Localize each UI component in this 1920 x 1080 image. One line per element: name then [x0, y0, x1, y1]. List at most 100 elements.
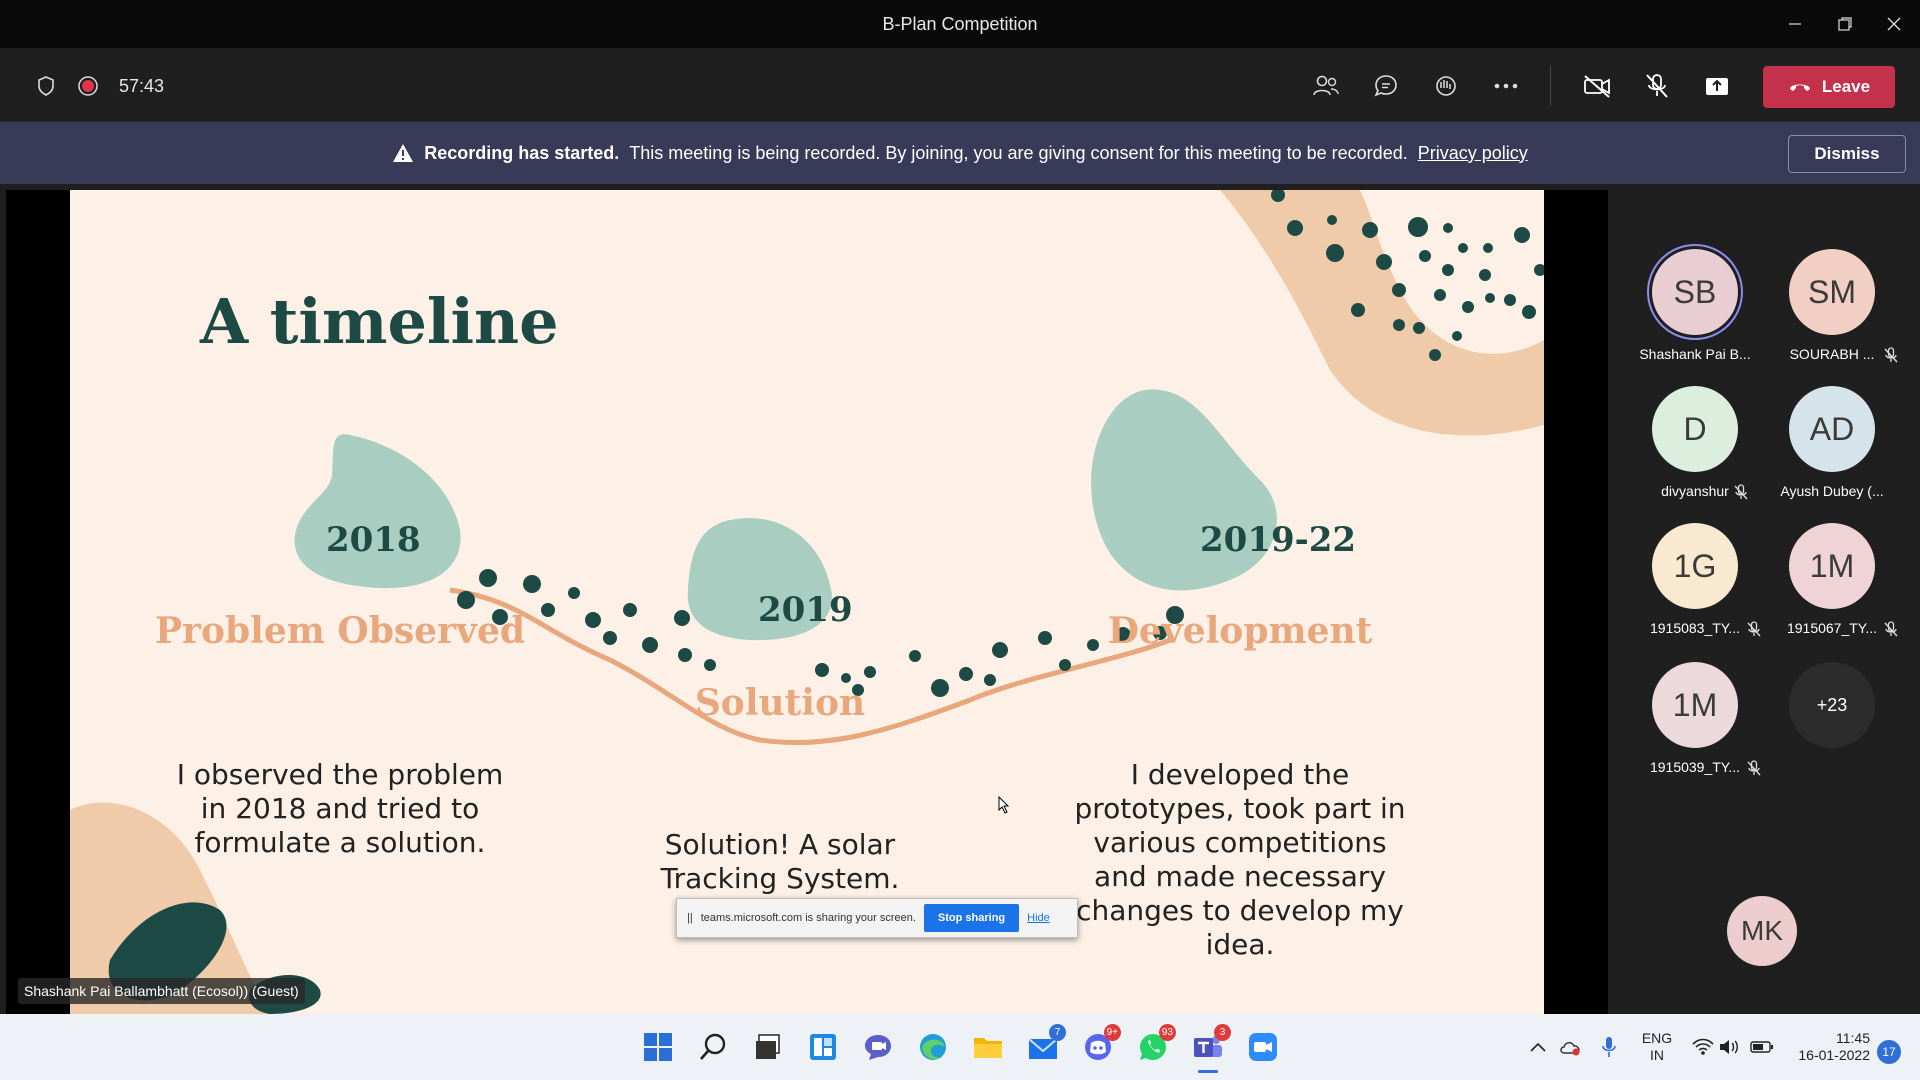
language-indicator[interactable]: ENG IN — [1640, 1030, 1674, 1064]
dismiss-button[interactable]: Dismiss — [1788, 135, 1906, 173]
participant-name: Shashank Pai B... — [1639, 346, 1751, 362]
windows-taskbar — [0, 1014, 1920, 1080]
milestone-description: I observed the problem in 2018 and tried… — [130, 758, 550, 860]
teams-chat-button[interactable] — [861, 1030, 895, 1064]
mic-muted-icon — [1734, 484, 1748, 500]
participant-name: 1915083_TY... — [1649, 620, 1741, 636]
reactions-button[interactable] — [1426, 66, 1466, 106]
language-code: ENG — [1641, 1030, 1673, 1046]
drag-handle-icon[interactable]: || — [687, 912, 693, 924]
mouse-cursor-icon — [998, 796, 1010, 814]
close-button[interactable] — [1866, 0, 1920, 48]
participant-tile[interactable]: SB Shashank Pai B... — [1625, 249, 1765, 379]
folder-icon — [974, 1038, 1002, 1058]
warning-icon — [393, 144, 414, 162]
more-options-button[interactable] — [1486, 66, 1526, 106]
people-icon — [1313, 75, 1339, 96]
search-icon — [700, 1033, 726, 1060]
edge-button[interactable] — [916, 1030, 950, 1064]
restore-button[interactable] — [1817, 0, 1873, 48]
description-line: Solution! A solar — [664, 828, 896, 861]
participant-name: SOURABH ... — [1789, 346, 1875, 362]
edge-icon — [920, 1034, 946, 1060]
raise-hand-icon — [1436, 76, 1456, 96]
description-line: I developed the — [1130, 758, 1350, 791]
avatar: AD — [1789, 386, 1875, 472]
avatar: SM — [1789, 249, 1875, 335]
chevron-up-icon — [1530, 1042, 1546, 1052]
participant-tile[interactable]: 1M 1915067_TY... — [1762, 523, 1902, 653]
description-line: I observed the problem — [176, 758, 504, 791]
avatar: SB — [1652, 249, 1738, 335]
participant-tile[interactable]: SM SOURABH ... — [1762, 249, 1902, 379]
milestone-year: 2019 — [758, 590, 853, 630]
participant-tile[interactable]: AD Ayush Dubey (... — [1762, 386, 1902, 516]
widgets-button[interactable] — [806, 1030, 840, 1064]
file-explorer-button[interactable] — [971, 1030, 1005, 1064]
self-view-avatar[interactable]: MK — [1727, 896, 1797, 966]
mic-toggle-button[interactable] — [1637, 66, 1677, 106]
notification-badge: 93 — [1158, 1024, 1176, 1041]
wifi-icon[interactable] — [1690, 1030, 1716, 1064]
participant-name: Ayush Dubey (... — [1780, 483, 1884, 499]
leave-label: Leave — [1821, 77, 1871, 96]
camera-toggle-button[interactable] — [1577, 66, 1617, 106]
participants-button[interactable] — [1306, 66, 1346, 106]
notification-badge: 9+ — [1103, 1024, 1121, 1041]
clock-date: 16-01-2022 — [1798, 1047, 1870, 1063]
active-speaker-label: Shashank Pai Ballambhatt (Ecosol)) (Gues… — [18, 978, 305, 1004]
milestone-year: 2019-22 — [1200, 520, 1357, 560]
more-participants-button[interactable]: +23 — [1762, 662, 1902, 792]
participant-tile[interactable]: 1G 1915083_TY... — [1625, 523, 1765, 653]
toolbar-divider — [1550, 66, 1551, 106]
chat-icon — [1374, 75, 1397, 97]
teams-button[interactable]: 3 — [1191, 1024, 1231, 1064]
volume-icon[interactable] — [1716, 1030, 1742, 1064]
banner-text: This meeting is being recorded. By joini… — [629, 142, 1408, 163]
chat-button[interactable] — [1366, 66, 1406, 106]
milestone-description: Solution! A solar Tracking System. — [610, 828, 950, 896]
notification-center-badge[interactable]: 17 — [1877, 1040, 1901, 1064]
microphone-tray-icon[interactable] — [1596, 1030, 1622, 1064]
stop-sharing-button[interactable]: Stop sharing — [923, 904, 1020, 932]
battery-icon[interactable] — [1748, 1030, 1776, 1064]
clock-time: 11:45 — [1836, 1030, 1870, 1046]
leave-button[interactable]: Leave — [1763, 66, 1895, 108]
privacy-policy-link[interactable]: Privacy policy — [1418, 143, 1528, 164]
milestone-heading: Problem Observed — [154, 610, 526, 652]
milestone-description: I developed the prototypes, took part in… — [1040, 758, 1440, 962]
whatsapp-button[interactable]: 93 — [1136, 1024, 1176, 1064]
share-message: teams.microsoft.com is sharing your scre… — [700, 912, 916, 924]
task-view-icon — [756, 1034, 780, 1059]
participant-name: 1915067_TY... — [1786, 620, 1878, 636]
avatar: 1M — [1789, 523, 1875, 609]
hide-link[interactable]: Hide — [1027, 912, 1050, 924]
discord-button[interactable]: 9+ — [1081, 1024, 1121, 1064]
mic-muted-icon — [1884, 621, 1898, 637]
search-button[interactable] — [696, 1030, 730, 1064]
screen-share-notification: || teams.microsoft.com is sharing your s… — [676, 898, 1078, 938]
mic-muted-icon — [1747, 621, 1761, 637]
clock[interactable]: 11:45 16-01-2022 — [1790, 1030, 1870, 1064]
mail-button[interactable]: 7 — [1026, 1024, 1066, 1064]
participant-tile[interactable]: 1M 1915039_TY... — [1625, 662, 1765, 792]
slide-title: A timeline — [200, 285, 559, 358]
participant-tile[interactable]: D divyanshur — [1625, 386, 1765, 516]
task-view-button[interactable] — [751, 1030, 785, 1064]
start-button[interactable] — [641, 1030, 675, 1064]
minimize-button[interactable] — [1767, 0, 1823, 48]
zoom-button[interactable] — [1246, 1030, 1280, 1064]
minimize-icon — [1789, 23, 1801, 25]
show-hidden-icons-button[interactable] — [1526, 1030, 1550, 1064]
mic-off-icon — [1646, 74, 1668, 98]
recording-icon — [68, 66, 108, 106]
region-code: IN — [1650, 1047, 1664, 1063]
meeting-timer: 57:43 — [119, 76, 165, 96]
milestone-heading: Solution — [694, 682, 866, 724]
avatar: D — [1652, 386, 1738, 472]
share-screen-button[interactable] — [1697, 66, 1737, 106]
active-app-indicator — [1198, 1070, 1218, 1073]
shield-icon[interactable] — [26, 66, 66, 106]
mic-muted-icon — [1884, 347, 1898, 363]
onedrive-icon[interactable] — [1557, 1030, 1583, 1064]
